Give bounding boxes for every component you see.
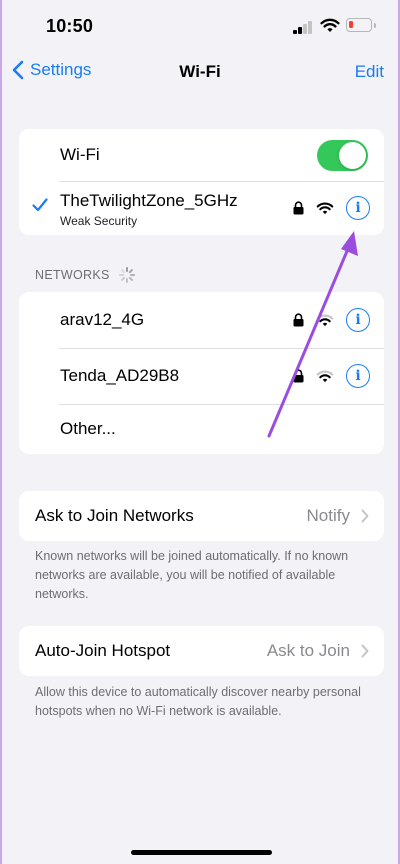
home-indicator[interactable] bbox=[131, 850, 272, 855]
current-network-row[interactable]: TheTwilightZone_5GHz Weak Security i bbox=[19, 181, 384, 235]
status-bar: 10:50 bbox=[2, 0, 398, 54]
chevron-right-icon bbox=[361, 644, 369, 658]
lock-icon bbox=[293, 313, 304, 327]
wifi-signal-icon bbox=[316, 370, 334, 382]
ask-to-join-card: Ask to Join Networks Notify bbox=[19, 491, 384, 541]
navigation-bar: Settings Wi-Fi Edit bbox=[2, 54, 398, 90]
network-row-arav12[interactable]: arav12_4G i bbox=[19, 292, 384, 348]
page-title: Wi-Fi bbox=[179, 62, 221, 81]
auto-join-label: Auto-Join Hotspot bbox=[35, 641, 171, 660]
wifi-toggle-row: Wi-Fi bbox=[19, 129, 384, 181]
networks-section-header: NETWORKS bbox=[35, 266, 136, 284]
network-name: Tenda_AD29B8 bbox=[60, 366, 180, 385]
network-name: arav12_4G bbox=[60, 310, 145, 329]
wifi-card: Wi-Fi TheTwilightZone_5GHz Weak Security… bbox=[19, 129, 384, 235]
ask-to-join-value: Notify bbox=[306, 506, 350, 525]
checkmark-icon bbox=[32, 198, 48, 212]
lock-icon bbox=[293, 201, 304, 215]
chevron-right-icon bbox=[361, 509, 369, 523]
network-row-tenda[interactable]: Tenda_AD29B8 i bbox=[19, 348, 384, 404]
edit-button[interactable]: Edit bbox=[355, 62, 384, 82]
current-network-info-button[interactable]: i bbox=[346, 196, 370, 220]
network-info-button[interactable]: i bbox=[346, 308, 370, 332]
cellular-signal-icon bbox=[293, 20, 313, 34]
auto-join-card: Auto-Join Hotspot Ask to Join bbox=[19, 626, 384, 676]
other-network-label: Other... bbox=[60, 419, 116, 438]
current-network-security: Weak Security bbox=[60, 214, 138, 228]
auto-join-row[interactable]: Auto-Join Hotspot Ask to Join bbox=[19, 626, 384, 676]
networks-card: arav12_4G i Tenda_AD29B8 i Other... bbox=[19, 292, 384, 454]
info-icon: i bbox=[355, 368, 361, 384]
wifi-label: Wi-Fi bbox=[60, 145, 100, 164]
wifi-signal-icon bbox=[316, 202, 334, 214]
wifi-status-icon bbox=[320, 18, 340, 32]
ask-to-join-row[interactable]: Ask to Join Networks Notify bbox=[19, 491, 384, 541]
ask-to-join-footnote: Known networks will be joined automatica… bbox=[35, 549, 349, 601]
auto-join-value: Ask to Join bbox=[266, 641, 350, 660]
auto-join-footnote: Allow this device to automatically disco… bbox=[35, 685, 361, 718]
current-network-name: TheTwilightZone_5GHz bbox=[60, 191, 238, 210]
battery-icon bbox=[346, 18, 372, 32]
wifi-toggle[interactable] bbox=[317, 140, 368, 171]
lock-icon bbox=[293, 369, 304, 383]
network-info-button[interactable]: i bbox=[346, 364, 370, 388]
status-time: 10:50 bbox=[46, 16, 94, 36]
battery-cap bbox=[374, 23, 376, 28]
other-network-row[interactable]: Other... bbox=[19, 404, 384, 454]
loading-spinner-icon bbox=[118, 266, 136, 284]
networks-header-label: NETWORKS bbox=[35, 268, 110, 282]
ask-to-join-label: Ask to Join Networks bbox=[35, 506, 194, 525]
info-icon: i bbox=[355, 200, 361, 216]
wifi-signal-icon bbox=[316, 314, 334, 326]
info-icon: i bbox=[355, 312, 361, 328]
